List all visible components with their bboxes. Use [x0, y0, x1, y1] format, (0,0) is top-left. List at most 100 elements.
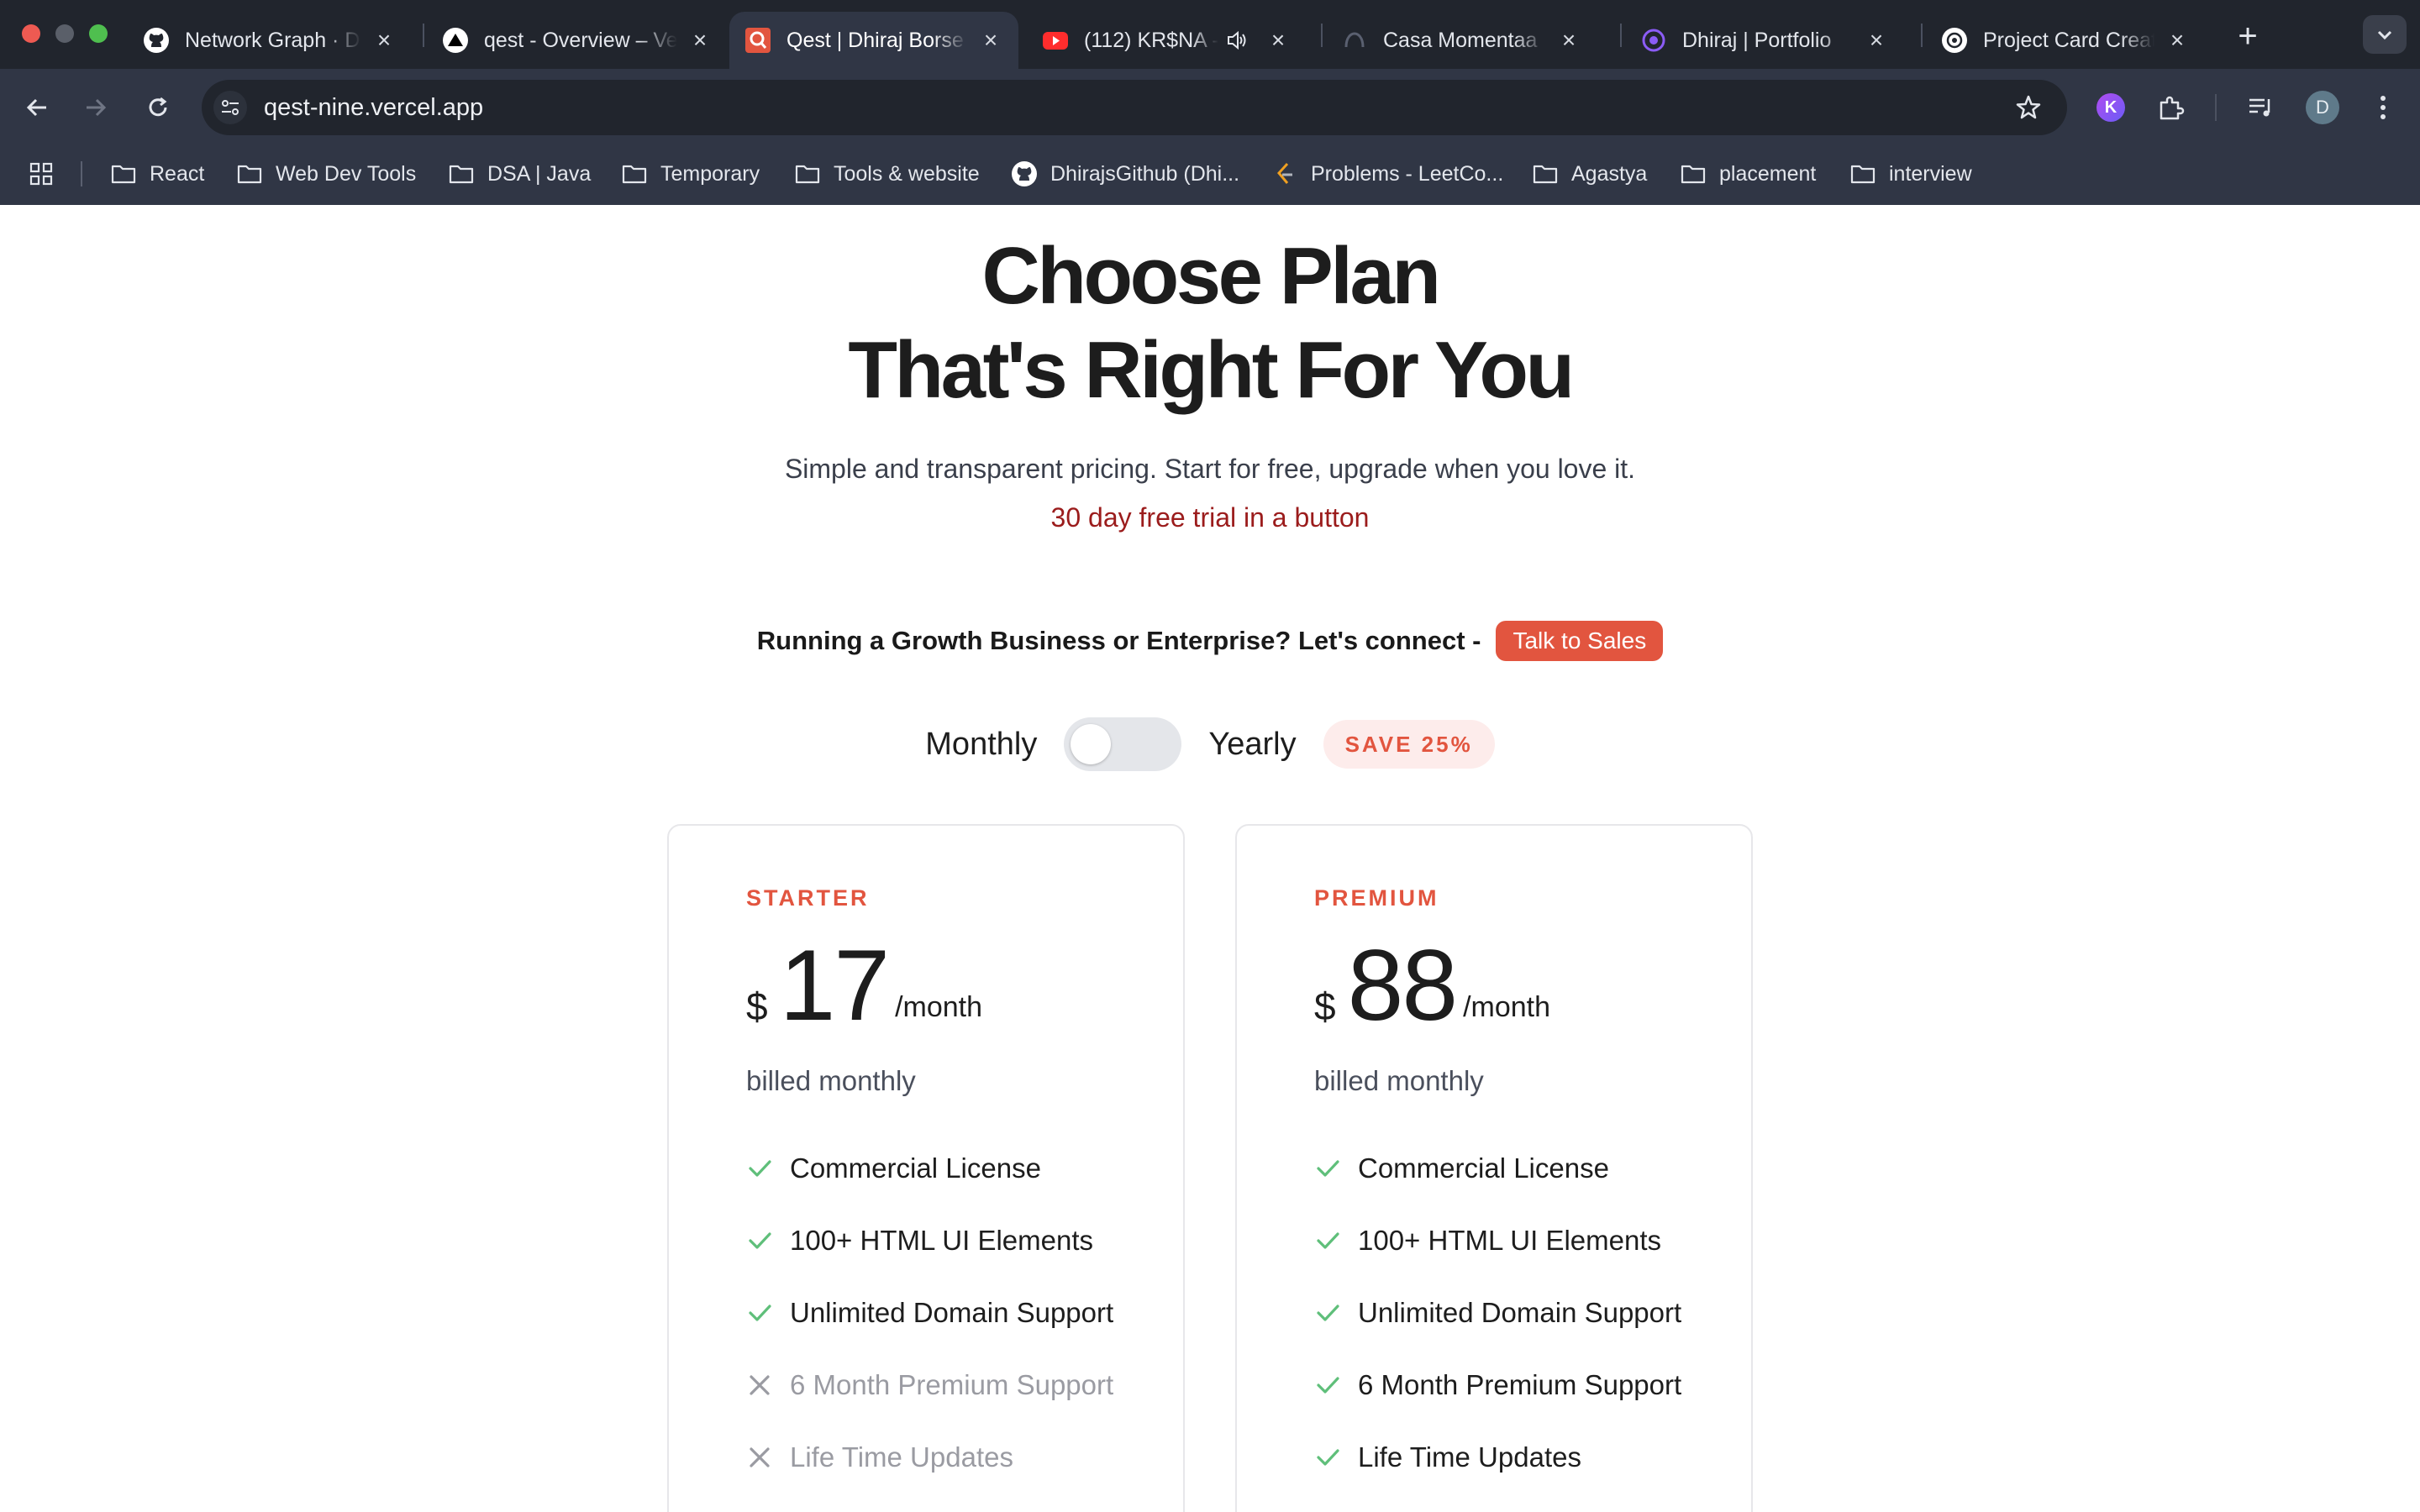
feature-label: Commercial License [790, 1152, 1041, 1184]
reload-button[interactable] [139, 89, 176, 126]
star-icon [2016, 95, 2041, 119]
tab-youtube[interactable]: (112) KR$NA - YouTube × [1027, 12, 1306, 69]
tab-qest-active[interactable]: Qest | Dhiraj Borse × [729, 12, 1018, 69]
tab-title: Casa Momentaa [1383, 28, 1538, 52]
tab-close-icon[interactable]: × [1265, 28, 1291, 53]
bookmark-star-button[interactable] [2010, 89, 2047, 126]
leetcode-icon [1270, 160, 1299, 188]
folder-icon [109, 160, 138, 188]
extension-k-icon: K [2096, 93, 2125, 122]
sales-callout: Running a Growth Business or Enterprise?… [0, 620, 2420, 662]
check-icon [746, 1155, 773, 1182]
bookmark-item[interactable]: Tools & website [793, 150, 980, 198]
feature-item: Commercial License [746, 1132, 1183, 1205]
talk-to-sales-button[interactable]: Talk to Sales [1496, 621, 1664, 661]
close-window-button[interactable] [22, 24, 40, 43]
tab-close-icon[interactable]: × [1864, 28, 1889, 53]
check-icon [1314, 1372, 1341, 1399]
browser-chrome: Network Graph · DhirajsGithub × qest - O… [0, 0, 2420, 205]
billing-toggle-row: Monthly Yearly SAVE 25% [0, 715, 2420, 774]
github-icon [143, 27, 170, 54]
feature-label: Commercial License [1358, 1152, 1609, 1184]
plan-card-premium: PREMIUM $ 88 /month billed monthly Comme… [1235, 824, 1753, 1512]
tab-casa-momentaa[interactable]: Casa Momentaa × [1326, 12, 1597, 69]
forward-button[interactable] [77, 89, 114, 126]
folder-icon [793, 160, 822, 188]
feature-item: Life Time Updates [746, 1421, 1183, 1494]
bookmark-label: DSA | Java [487, 161, 592, 186]
price-period: /month [1463, 991, 1551, 1023]
tab-title: (112) KR$NA - YouTube [1084, 28, 1218, 52]
cross-icon [746, 1444, 773, 1471]
puzzle-icon [2160, 96, 2185, 120]
tune-icon [222, 100, 239, 115]
price-currency: $ [746, 984, 768, 1028]
tab-project-card-creator[interactable]: Project Card Creator × [1926, 12, 2205, 69]
tab-portfolio[interactable]: Dhiraj | Portfolio × [1625, 12, 1904, 69]
monthly-label[interactable]: Monthly [925, 727, 1037, 763]
openai-icon [1941, 27, 1968, 54]
tab-close-icon[interactable]: × [2165, 28, 2190, 53]
tab-title: Project Card Creator [1983, 28, 2154, 52]
extension-k-button[interactable]: K [2091, 87, 2131, 128]
zoom-window-button[interactable] [89, 24, 108, 43]
new-tab-button[interactable]: + [2230, 18, 2265, 55]
media-control-button[interactable] [2240, 87, 2281, 128]
bookmark-item[interactable]: Problems - LeetCo... [1270, 150, 1503, 198]
price-period: /month [895, 991, 983, 1023]
tab-close-icon[interactable]: × [371, 28, 397, 53]
minimize-window-button[interactable] [55, 24, 74, 43]
tab-search-button[interactable] [2363, 15, 2407, 54]
portfolio-icon [1640, 27, 1667, 54]
apps-button[interactable] [27, 150, 55, 198]
extensions-button[interactable] [2151, 87, 2191, 128]
feature-item: 100+ HTML UI Elements [1314, 1205, 1751, 1277]
feature-item: Commercial License [1314, 1132, 1751, 1205]
bookmark-item[interactable]: Temporary [620, 150, 760, 198]
feature-item: 100+ HTML UI Elements [746, 1205, 1183, 1277]
tab-separator [1620, 24, 1622, 47]
yearly-label[interactable]: Yearly [1208, 727, 1296, 763]
billing-note: billed monthly [1314, 1065, 1484, 1096]
bookmark-label: interview [1889, 161, 1972, 186]
tab-close-icon[interactable]: × [978, 28, 1003, 53]
back-button[interactable] [18, 89, 55, 126]
tab-network-graph[interactable]: Network Graph · DhirajsGithub × [128, 12, 412, 69]
feature-label: Life Time Updates [1358, 1441, 1581, 1473]
page-content: Choose Plan That's Right For You Simple … [0, 205, 2420, 1512]
cross-icon [746, 1372, 773, 1399]
folder-icon [1679, 160, 1707, 188]
feature-item: Unlimited Domain Support [746, 1277, 1183, 1349]
billing-period-toggle[interactable] [1064, 717, 1182, 771]
bookmark-item[interactable]: Web Dev Tools [235, 150, 416, 198]
plan-card-starter: STARTER $ 17 /month billed monthly Comme… [667, 824, 1185, 1512]
profile-button[interactable]: D [2302, 87, 2343, 128]
tab-close-icon[interactable]: × [687, 28, 713, 53]
browser-menu-button[interactable] [2363, 87, 2403, 128]
check-icon [746, 1227, 773, 1254]
feature-item: 6 Month Premium Support [1314, 1349, 1751, 1421]
bookmark-item[interactable]: Agastya [1531, 150, 1647, 198]
feature-label: 6 Month Premium Support [1358, 1369, 1682, 1400]
tab-close-icon[interactable]: × [1556, 28, 1581, 53]
arrow-left-icon [26, 98, 46, 117]
bookmark-label: Tools & website [834, 161, 980, 186]
tab-separator [1321, 24, 1323, 47]
bookmark-item[interactable]: DhirajsGithub (Dhi... [1010, 150, 1239, 198]
check-icon [1314, 1299, 1341, 1326]
bookmark-label: Problems - LeetCo... [1311, 161, 1504, 186]
site-info-button[interactable] [213, 91, 247, 124]
bookmark-item[interactable]: interview [1849, 150, 1972, 198]
tab-vercel-overview[interactable]: qest - Overview – Vercel × [427, 12, 728, 69]
billing-note: billed monthly [746, 1065, 916, 1096]
bookmark-item[interactable]: React [109, 150, 204, 198]
url-text[interactable]: qest-nine.vercel.app [264, 91, 483, 124]
bookmark-item[interactable]: DSA | Java [447, 150, 591, 198]
vercel-triangle-icon [442, 27, 469, 54]
github-icon [1010, 160, 1039, 188]
speaker-icon[interactable] [1223, 27, 1250, 54]
apps-grid-icon [29, 162, 53, 186]
reload-icon [149, 97, 167, 117]
tab-title: Network Graph · DhirajsGithub [185, 28, 361, 52]
bookmark-item[interactable]: placement [1679, 150, 1816, 198]
